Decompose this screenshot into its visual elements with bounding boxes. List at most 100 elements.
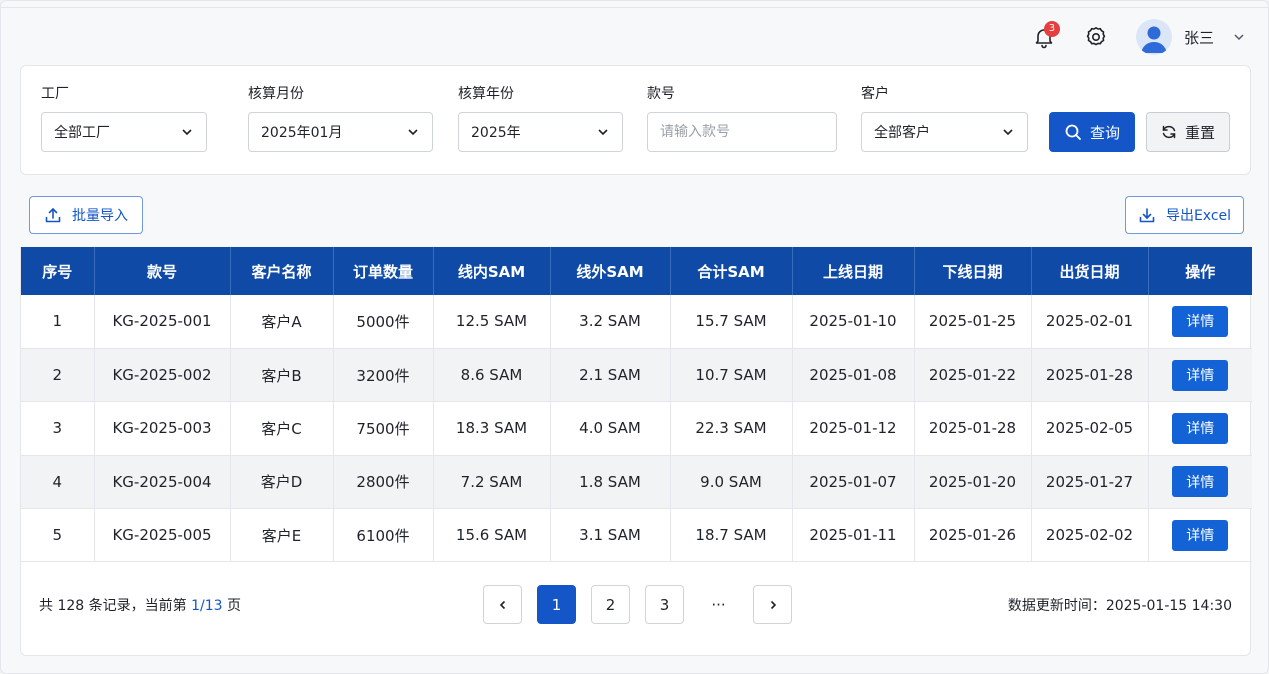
- chevron-down-icon: [408, 129, 418, 136]
- inline-sam-cell: 8.6 SAM: [433, 348, 551, 403]
- factory-select[interactable]: 全部工厂: [41, 112, 207, 152]
- online-date-cell: 2025-01-11: [792, 508, 915, 563]
- style-number-cell: KG-2025-003: [94, 401, 231, 456]
- column-header: 订单数量: [333, 247, 434, 295]
- factory-value: 全部工厂: [54, 125, 110, 141]
- action-cell: 详情: [1148, 401, 1252, 456]
- customer-field: 客户 全部客户: [861, 84, 1028, 152]
- data-update-time: 数据更新时间：2025-01-15 14:30: [1007, 598, 1232, 614]
- avatar: [1135, 19, 1172, 55]
- total-sam-cell: 10.7 SAM: [670, 348, 793, 403]
- offline-date-cell: 2025-01-26: [914, 508, 1032, 563]
- inline-sam-cell: 18.3 SAM: [433, 401, 551, 456]
- detail-button[interactable]: 详情: [1172, 466, 1229, 498]
- customer-name-cell: 客户B: [230, 348, 334, 403]
- year-select[interactable]: 2025年: [458, 112, 623, 152]
- column-header: 操作: [1148, 247, 1252, 295]
- total-sam-cell: 22.3 SAM: [670, 401, 793, 456]
- page-button-3[interactable]: 3: [645, 585, 684, 624]
- order-quantity-cell: 5000件: [333, 295, 434, 349]
- style-number-cell: KG-2025-004: [94, 455, 231, 510]
- column-header: 款号: [94, 247, 231, 295]
- column-header: 序号: [21, 247, 95, 295]
- online-date-cell: 2025-01-10: [792, 295, 915, 349]
- online-date-cell: 2025-01-08: [792, 348, 915, 403]
- table-row: 1 KG-2025-001 客户A 5000件 12.5 SAM 3.2 SAM 15.7 …: [21, 295, 1252, 349]
- page-button-1[interactable]: 1: [537, 585, 576, 624]
- month-select[interactable]: 2025年01月: [248, 112, 433, 152]
- detail-button[interactable]: 详情: [1172, 359, 1229, 391]
- factory-label: 工厂: [41, 86, 69, 102]
- page-ellipsis: ···: [711, 595, 726, 614]
- data-table-panel: 序号 款号 客户名称 订单数量 线内SAM 线外SAM 合计SAM 上线日期 下线日期 出货日期操…: [20, 247, 1252, 656]
- next-page-button[interactable]: [753, 585, 792, 624]
- row-index-cell: 2: [21, 348, 95, 403]
- order-quantity-cell: 2800件: [333, 455, 434, 510]
- ship-date-cell: 2025-02-05: [1031, 401, 1149, 456]
- table-body: 1 KG-2025-001 客户A 5000件 12.5 SAM 3.2 SAM 15.7 …: [21, 295, 1252, 563]
- customer-name-cell: 客户D: [230, 455, 334, 510]
- year-value: 2025年: [471, 125, 521, 141]
- prev-page-button[interactable]: [483, 585, 522, 624]
- user-menu[interactable]: 张三: [1135, 19, 1246, 55]
- chevron-down-icon: [598, 129, 608, 136]
- offline-date-cell: 2025-01-25: [914, 295, 1032, 349]
- offline-sam-cell: 3.1 SAM: [550, 508, 671, 563]
- settings-button[interactable]: [1078, 19, 1114, 55]
- page-button-2[interactable]: 2: [591, 585, 630, 624]
- chevron-down-icon: [182, 129, 192, 136]
- detail-button[interactable]: 详情: [1172, 305, 1229, 337]
- chevron-down-icon: [1003, 129, 1013, 136]
- chevron-left-icon: [499, 600, 505, 609]
- customer-label: 客户: [861, 86, 889, 102]
- row-index-cell: 3: [21, 401, 95, 456]
- row-index-cell: 5: [21, 508, 95, 563]
- order-quantity-cell: 6100件: [333, 508, 434, 563]
- column-header: 线外SAM: [550, 247, 671, 295]
- export-excel-button[interactable]: 导出Excel: [1125, 196, 1244, 234]
- search-icon: [1065, 124, 1081, 140]
- month-field: 核算月份 2025年01月: [248, 84, 433, 152]
- notification-button[interactable]: 3: [1026, 19, 1062, 55]
- gear-icon: [1086, 27, 1106, 46]
- online-date-cell: 2025-01-07: [792, 455, 915, 510]
- total-sam-cell: 18.7 SAM: [670, 508, 793, 563]
- reset-button[interactable]: 重置: [1146, 112, 1230, 152]
- offline-sam-cell: 1.8 SAM: [550, 455, 671, 510]
- table-row: 2 KG-2025-002 客户B 3200件 8.6 SAM 2.1 SAM 10.7 S…: [21, 348, 1252, 403]
- year-field: 核算年份 2025年: [458, 84, 623, 152]
- order-quantity-cell: 7500件: [333, 401, 434, 456]
- reset-label: 重置: [1184, 123, 1215, 142]
- row-index-cell: 1: [21, 295, 95, 349]
- column-header: 线内SAM: [433, 247, 551, 295]
- filter-panel: 工厂 全部工厂 核算月份 2025年01月 核算年份 2025年 款号 请输入款…: [20, 65, 1251, 175]
- upload-icon: [45, 208, 61, 223]
- column-header: 下线日期: [914, 247, 1032, 295]
- action-cell: 详情: [1148, 508, 1252, 563]
- month-label: 核算月份: [248, 86, 304, 102]
- user-icon: [1140, 26, 1167, 53]
- batch-import-button[interactable]: 批量导入: [29, 196, 143, 234]
- customer-name-cell: 客户E: [230, 508, 334, 563]
- query-button[interactable]: 查询: [1049, 112, 1135, 152]
- column-header: 出货日期: [1031, 247, 1149, 295]
- customer-value: 全部客户: [874, 125, 930, 141]
- table-footer: 共 128 条记录，当前第 1/13 页 1 2 3 ··· 数据更新时间：20…: [21, 561, 1250, 647]
- action-cell: 详情: [1148, 348, 1252, 403]
- order-quantity-cell: 3200件: [333, 348, 434, 403]
- customer-name-cell: 客户A: [230, 295, 334, 349]
- action-cell: 详情: [1148, 295, 1252, 349]
- chevron-down-icon: [1232, 30, 1246, 44]
- detail-button[interactable]: 详情: [1172, 519, 1229, 551]
- ship-date-cell: 2025-02-01: [1031, 295, 1149, 349]
- offline-sam-cell: 2.1 SAM: [550, 348, 671, 403]
- export-label: 导出Excel: [1165, 208, 1232, 224]
- column-header: 上线日期: [792, 247, 915, 295]
- current-page-indicator: 1/13: [191, 598, 223, 614]
- customer-select[interactable]: 全部客户: [861, 112, 1028, 152]
- style-input[interactable]: [647, 112, 837, 152]
- query-label: 查询: [1089, 123, 1120, 142]
- detail-button[interactable]: 详情: [1172, 412, 1229, 444]
- summary-prefix: 共 128 条记录，当前第: [39, 598, 192, 614]
- page: 3 张三 工厂 全部工厂 核算月份 2025年01月 核算年份 2025年 款号…: [0, 0, 1269, 674]
